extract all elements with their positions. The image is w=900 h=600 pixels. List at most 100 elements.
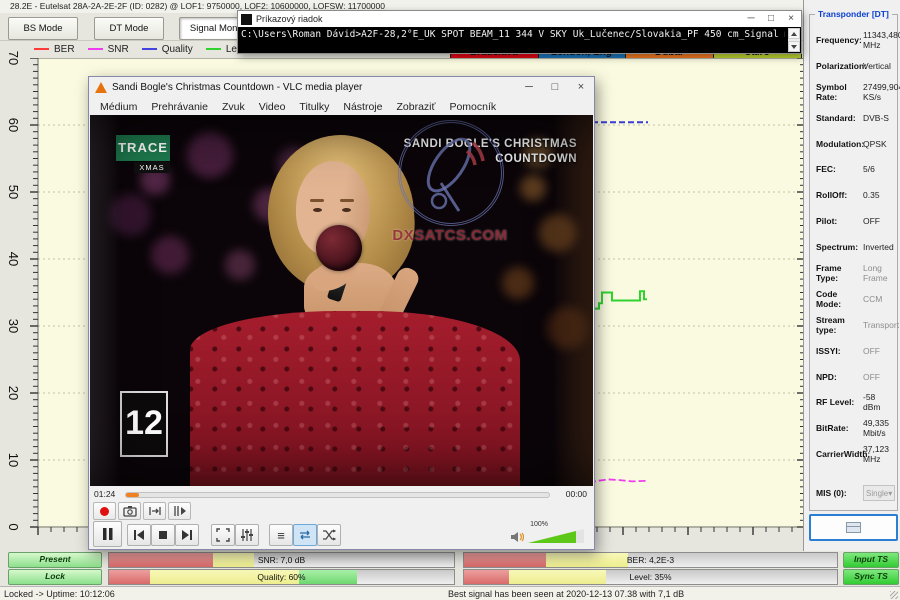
random-button[interactable] [317,524,341,546]
speaker-icon [510,531,524,543]
next-icon [181,530,193,540]
maximize-button[interactable]: □ [761,11,781,27]
level-bar: Level: 35% [463,569,838,585]
transponder-row: FEC:5/6 [816,156,895,182]
transponder-label: Pilot: [816,216,863,226]
minimize-button[interactable]: ─ [516,77,542,98]
transponder-row: Spectrum:Inverted [816,234,895,260]
maximize-button[interactable]: □ [542,77,568,98]
playlist-icon: ≡ [277,529,285,542]
mis-label: MIS (0): [816,488,863,498]
scroll-down-icon[interactable] [788,41,800,52]
vlc-window-title: Sandi Bogle's Christmas Countdown - VLC … [112,82,516,93]
close-button[interactable]: × [781,11,801,27]
transponder-value: OFF [863,216,880,226]
menu-help[interactable]: Pomocník [442,101,503,113]
video-frame[interactable]: TRACE XMAS SANDI BOGLE'S CHRISTMAS COUNT… [90,115,593,486]
playlist-button[interactable]: ≡ [269,524,293,546]
transponder-rows: Frequency:11343,480 MHzPolarization:Vert… [816,27,895,467]
transponder-label: RF Level: [816,397,863,407]
transponder-value: Vertical [863,61,891,71]
y-axis-label: 60 [3,116,21,134]
transponder-value: Transport [863,320,899,330]
tab-bs-mode[interactable]: BS Mode [8,17,78,40]
vlc-menu-bar: Médium Prehrávanie Zvuk Video Titulky Ná… [89,98,594,115]
snapshot-button[interactable] [118,502,141,520]
transponder-value: OFF [863,372,880,382]
loop-ab-button[interactable] [143,502,166,520]
close-button[interactable]: × [568,77,594,98]
cmd-scrollbar[interactable] [788,28,800,52]
transponder-value: DVB-S [863,113,889,123]
input-ts-indicator[interactable]: Input TS [843,552,899,568]
minimize-button[interactable]: ─ [741,11,761,27]
y-axis-label: 40 [3,250,21,268]
menu-video[interactable]: Video [252,101,293,113]
transponder-value: 0.35 [863,190,880,200]
present-indicator[interactable]: Present [8,552,102,568]
vlc-title-bar[interactable]: Sandi Bogle's Christmas Countdown - VLC … [89,77,594,98]
menu-medium[interactable]: Médium [93,101,144,113]
pause-icon [102,527,114,541]
transponder-value: Long Frame [863,263,895,283]
cmd-title-bar[interactable]: Príkazový riadok ─ □ × [238,11,801,27]
level-color-swatch [206,48,221,50]
status-best-signal: Best signal has been seen at 2020-12-13 … [448,587,684,600]
record-button[interactable] [93,502,116,520]
resize-grip[interactable] [890,591,898,599]
transponder-value: Inverted [863,242,894,252]
status-bar: Locked -> Uptime: 10:12:06 Best signal h… [0,586,900,600]
volume-button[interactable] [510,531,524,543]
transponder-label: RollOff: [816,190,863,200]
pause-button[interactable] [93,521,122,547]
next-button[interactable] [175,524,199,546]
video-vignette [90,115,593,486]
transponder-label: NPD: [816,372,863,382]
transponder-label: Modulation: [816,139,863,149]
transponder-label: Polarization: [816,61,863,71]
menu-audio[interactable]: Zvuk [215,101,252,113]
menu-playback[interactable]: Prehrávanie [144,101,215,113]
transponder-label: Symbol Rate: [816,82,863,102]
mis-row: MIS (0): Single ▾ [816,480,895,506]
status-uptime: Locked -> Uptime: 10:12:06 [4,587,115,600]
transponder-value: OFF [863,346,880,356]
ber-color-swatch [34,48,49,50]
stop-button[interactable] [151,524,175,546]
seek-slider[interactable] [125,492,550,498]
transponder-row: Frame Type:Long Frame [816,260,895,286]
volume-slider[interactable] [528,529,584,543]
ber-bar-text: BER: 4,2E-3 [464,553,837,567]
quality-color-swatch [142,48,157,50]
snr-color-swatch [88,48,103,50]
transponder-title: Transponder [DT] [815,9,892,19]
level-bar-text: Level: 35% [464,570,837,584]
desktop: 28.2E - Eutelsat 28A-2A-2E-2F (ID: 0282)… [0,0,900,600]
transponder-value: QPSK [863,139,887,149]
transponder-row: Standard:DVB-S [816,105,895,131]
fullscreen-icon [216,528,230,542]
stop-icon [158,530,168,540]
menu-view[interactable]: Zobraziť [389,101,442,113]
trace-level [589,291,647,322]
previous-button[interactable] [127,524,151,546]
transponder-row: Stream type:Transport [816,312,895,338]
frame-step-button[interactable] [168,502,191,520]
transponder-panel: Transponder [DT] Frequency:11343,480 MHz… [803,0,900,551]
transponder-row: Symbol Rate:27499,904 KS/s [816,79,895,105]
playback-controls: ≡ 100% [89,520,592,547]
loop-button[interactable] [293,524,317,546]
fullscreen-button[interactable] [211,524,235,546]
transponder-groupbox: Transponder [DT] Frequency:11343,480 MHz… [809,14,898,511]
quality-bar-text: Quality: 60% [109,570,454,584]
menu-tools[interactable]: Nástroje [336,101,389,113]
menu-subtitles[interactable]: Titulky [292,101,336,113]
ts-window-button[interactable] [809,514,898,541]
sync-ts-indicator[interactable]: Sync TS [843,569,899,585]
scroll-up-icon[interactable] [788,28,800,39]
mis-dropdown[interactable]: Single ▾ [863,485,895,501]
tab-dt-mode[interactable]: DT Mode [94,17,164,40]
transponder-label: Stream type: [816,315,863,335]
extended-settings-button[interactable] [235,524,259,546]
lock-indicator[interactable]: Lock [8,569,102,585]
